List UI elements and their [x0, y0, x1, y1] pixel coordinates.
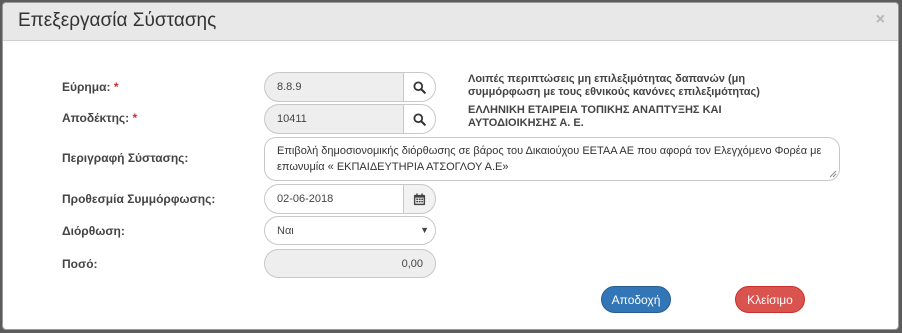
recipient-label: Αποδέκτης: *	[62, 111, 138, 125]
correction-label: Διόρθωση:	[62, 224, 125, 238]
recipient-description: ΕΛΛΗΝΙΚΗ ΕΤΑΙΡΕΙΑ ΤΟΠΙΚΗΣ ΑΝΑΠΤΥΞΗΣ ΚΑΙ …	[468, 104, 722, 129]
close-button[interactable]: Κλείσιμο	[735, 286, 805, 313]
finding-input[interactable]: 8.8.9	[264, 72, 404, 102]
close-icon[interactable]: ×	[876, 11, 885, 29]
calendar-icon	[413, 192, 426, 205]
chevron-down-icon: ▼	[420, 225, 429, 235]
edit-recommendation-dialog: Επεξεργασία Σύστασης × Εύρημα: * 8.8.9 Λ…	[2, 2, 899, 330]
accept-button[interactable]: Αποδοχή	[601, 286, 671, 313]
amount-input[interactable]: 0,00	[264, 249, 436, 278]
recipient-search-button[interactable]	[403, 104, 436, 134]
amount-label: Ποσό:	[62, 257, 98, 271]
required-mark: *	[132, 111, 138, 125]
finding-label: Εύρημα: *	[62, 80, 119, 94]
finding-search-button[interactable]	[403, 72, 436, 102]
finding-description: Λοιπές περιπτώσεις μη επιλεξιμότητας δαπ…	[468, 73, 760, 98]
deadline-date-input[interactable]: 02-06-2018	[264, 184, 404, 214]
required-mark: *	[113, 80, 119, 94]
modal-title: Επεξεργασία Σύστασης	[18, 10, 217, 31]
description-textarea[interactable]: Επιβολή δημοσιονομικής διόρθωσης σε βάρο…	[264, 137, 840, 181]
resize-handle-icon[interactable]	[829, 170, 837, 178]
deadline-calendar-button[interactable]	[403, 184, 436, 214]
modal-header: Επεξεργασία Σύστασης ×	[3, 3, 898, 41]
search-icon	[413, 80, 426, 94]
description-label: Περιγραφή Σύστασης:	[62, 151, 189, 165]
search-icon	[413, 112, 426, 126]
recipient-input[interactable]: 10411	[264, 104, 404, 134]
correction-select[interactable]: Ναι ▼	[264, 216, 436, 245]
deadline-label: Προθεσμία Συμμόρφωσης:	[62, 192, 216, 206]
